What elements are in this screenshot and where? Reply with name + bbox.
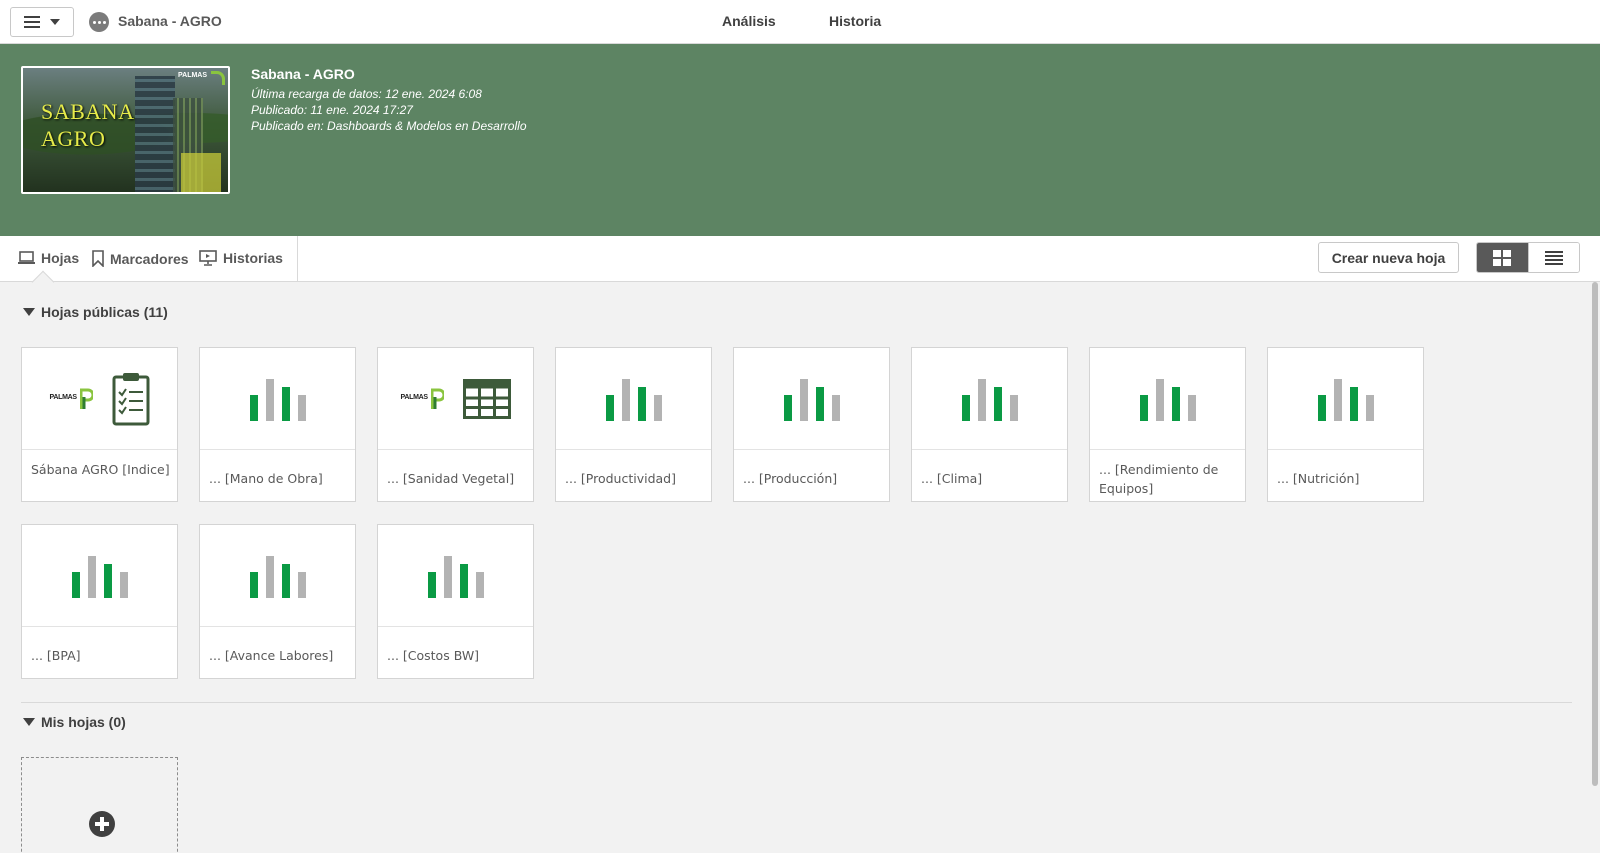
bar-chart-icon bbox=[427, 554, 484, 598]
bar-chart-icon bbox=[249, 554, 306, 598]
tab-hojas[interactable]: Hojas bbox=[18, 250, 79, 266]
sheet-thumbnail: PALMAS bbox=[378, 348, 533, 450]
tab-historias-label: Historias bbox=[223, 250, 283, 266]
collapse-triangle-icon bbox=[23, 718, 35, 726]
bar-chart-icon bbox=[1317, 377, 1374, 421]
table-icon bbox=[462, 378, 511, 419]
sheet-card[interactable]: ... [Producción] bbox=[733, 347, 890, 502]
sheet-thumbnail bbox=[1090, 348, 1245, 450]
hamburger-icon bbox=[24, 16, 40, 28]
public-sheets-title: Hojas públicas (11) bbox=[41, 304, 168, 320]
presentation-icon bbox=[199, 250, 217, 266]
bar-chart-icon bbox=[783, 377, 840, 421]
plus-circle-icon bbox=[89, 811, 115, 837]
divider bbox=[297, 236, 298, 282]
sheet-thumbnail bbox=[1268, 348, 1423, 450]
vertical-scrollbar[interactable] bbox=[1592, 282, 1598, 786]
collapse-triangle-icon bbox=[23, 308, 35, 316]
list-icon bbox=[1544, 250, 1563, 265]
app-meta: Sabana - AGRO Última recarga de datos: 1… bbox=[251, 66, 527, 134]
my-sheets-title: Mis hojas (0) bbox=[41, 714, 126, 730]
tab-analisis[interactable]: Análisis bbox=[722, 13, 776, 29]
grid-icon bbox=[1493, 249, 1512, 266]
list-view-button[interactable] bbox=[1527, 243, 1579, 272]
sheet-title: ... [Costos BW] bbox=[387, 648, 480, 663]
sheet-thumbnail bbox=[912, 348, 1067, 450]
sheet-title: ... [Rendimiento de Equipos] bbox=[1099, 462, 1219, 496]
published-in: Publicado en: Dashboards & Modelos en De… bbox=[251, 119, 527, 133]
sheet-card[interactable]: ... [Clima] bbox=[911, 347, 1068, 502]
sheet-card[interactable]: ... [BPA] bbox=[21, 524, 178, 679]
sheet-icon bbox=[18, 251, 35, 264]
sheet-thumbnail bbox=[200, 348, 355, 450]
bar-chart-icon bbox=[71, 554, 128, 598]
app-thumbnail: SABANA AGRO PALMAS bbox=[21, 66, 230, 194]
section-bar: Hojas Marcadores Historias Crear nueva h… bbox=[0, 236, 1600, 282]
tab-marcadores-label: Marcadores bbox=[110, 250, 189, 267]
palmas-logo: PALMAS bbox=[401, 387, 445, 411]
sheet-title: ... [Sanidad Vegetal] bbox=[387, 471, 515, 486]
last-reload: Última recarga de datos: 12 ene. 2024 6:… bbox=[251, 87, 482, 101]
create-sheet-button[interactable]: Crear nueva hoja bbox=[1318, 242, 1459, 273]
sheet-title: Sábana AGRO [Indice] bbox=[31, 462, 170, 477]
tab-historias[interactable]: Historias bbox=[199, 250, 283, 266]
bookmark-icon bbox=[92, 250, 104, 267]
sheet-thumbnail bbox=[378, 525, 533, 627]
section-divider bbox=[21, 702, 1572, 703]
sheet-card[interactable]: ... [Nutrición] bbox=[1267, 347, 1424, 502]
sheet-card[interactable]: ... [Rendimiento de Equipos] bbox=[1089, 347, 1246, 502]
sheet-card[interactable]: PALMAS ... [Sanidad Vegetal] bbox=[377, 347, 534, 502]
tab-marcadores[interactable]: Marcadores bbox=[92, 250, 189, 267]
bar-chart-icon bbox=[249, 377, 306, 421]
grid-view-button[interactable] bbox=[1477, 243, 1528, 272]
tab-historia[interactable]: Historia bbox=[829, 13, 881, 29]
bar-chart-icon bbox=[1139, 377, 1196, 421]
sheet-card[interactable]: PALMAS Sábana AGRO [Indice] bbox=[21, 347, 178, 502]
bar-chart-icon bbox=[605, 377, 662, 421]
sheet-title: ... [BPA] bbox=[31, 648, 81, 663]
sheet-card[interactable]: ... [Mano de Obra] bbox=[199, 347, 356, 502]
public-sheets-header[interactable]: Hojas públicas (11) bbox=[23, 304, 168, 320]
sheet-thumbnail bbox=[556, 348, 711, 450]
chevron-down-icon bbox=[50, 19, 60, 25]
add-sheet-card[interactable] bbox=[21, 757, 178, 853]
my-sheets-header[interactable]: Mis hojas (0) bbox=[23, 714, 126, 730]
published-date: Publicado: 11 ene. 2024 17:27 bbox=[251, 103, 413, 117]
view-toggle bbox=[1476, 242, 1580, 273]
sheet-thumbnail: PALMAS bbox=[22, 348, 177, 450]
clipboard-icon bbox=[112, 372, 149, 425]
app-overview-header: SABANA AGRO PALMAS Sabana - AGRO Última … bbox=[0, 44, 1600, 236]
sheet-title: ... [Clima] bbox=[921, 471, 983, 486]
sheet-thumbnail bbox=[22, 525, 177, 627]
palmas-logo-icon bbox=[211, 71, 225, 85]
thumbnail-logo: PALMAS bbox=[178, 72, 208, 79]
top-bar: Sabana - AGRO Análisis Historia bbox=[0, 0, 1600, 44]
more-options-icon[interactable] bbox=[89, 12, 109, 32]
global-menu-button[interactable] bbox=[10, 7, 74, 37]
bar-chart-icon bbox=[961, 377, 1018, 421]
tab-hojas-label: Hojas bbox=[41, 250, 80, 266]
palmas-logo: PALMAS bbox=[50, 387, 94, 411]
app-title: Sabana - AGRO bbox=[251, 66, 355, 82]
sheet-title: ... [Mano de Obra] bbox=[209, 471, 323, 486]
sheet-title: ... [Producción] bbox=[743, 471, 838, 486]
sheet-title: ... [Productividad] bbox=[565, 471, 676, 486]
sheet-card[interactable]: ... [Costos BW] bbox=[377, 524, 534, 679]
sheet-title: ... [Nutrición] bbox=[1277, 471, 1360, 486]
app-name: Sabana - AGRO bbox=[118, 13, 222, 29]
thumbnail-title: SABANA AGRO bbox=[41, 99, 135, 151]
sheet-title: ... [Avance Labores] bbox=[209, 648, 334, 663]
sheet-card[interactable]: ... [Productividad] bbox=[555, 347, 712, 502]
sheet-card[interactable]: ... [Avance Labores] bbox=[199, 524, 356, 679]
sheet-thumbnail bbox=[200, 525, 355, 627]
sheet-thumbnail bbox=[734, 348, 889, 450]
